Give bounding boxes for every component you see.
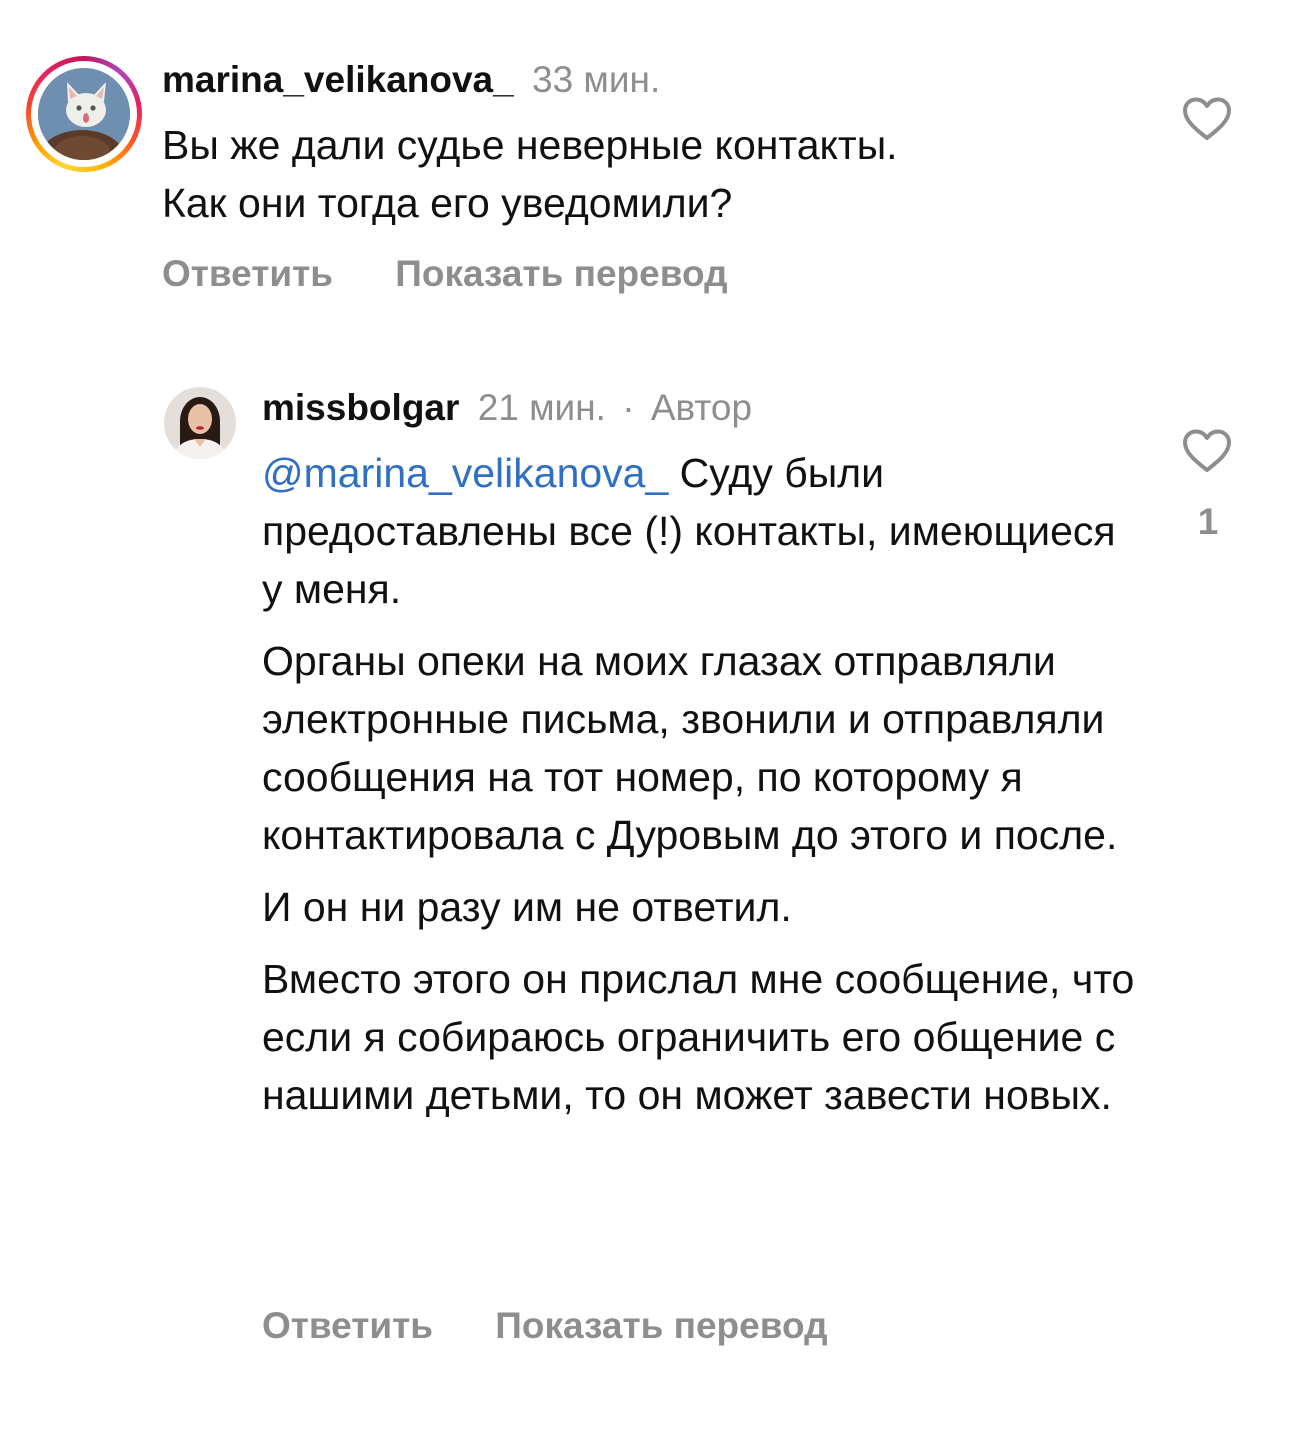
comment-paragraph: Вместо этого он прислал мне сообщение, ч… [262,956,1135,1118]
story-ring-avatar[interactable] [26,56,142,172]
timestamp: 21 мин. [477,387,606,428]
comment-text-line: Как они тогда его уведомили? [162,180,733,226]
heart-outline-icon[interactable] [1182,96,1232,142]
username[interactable]: marina_velikanova_ [162,59,514,100]
cat-avatar-icon [38,68,130,160]
comment-actions: Ответить Показать перевод [262,1304,828,1348]
comment-header: missbolgar 21 мин. · Автор [262,386,752,430]
comment-paragraph: Органы опеки на моих глазах отправляли э… [262,638,1118,858]
username[interactable]: missbolgar [262,387,459,428]
timestamp: 33 мин. [532,59,661,100]
reply-button[interactable]: Ответить [262,1304,433,1348]
comment-paragraph: И он ни разу им не ответил. [262,884,792,930]
author-badge: Автор [650,387,753,428]
comment-actions: Ответить Показать перевод [162,252,728,296]
like-count[interactable]: 1 [1190,500,1226,544]
comment-text: Вы же дали судье неверные контакты. Как … [162,116,1122,232]
separator-dot: · [622,387,635,428]
show-translation-button[interactable]: Показать перевод [495,1304,827,1348]
comment-paragraph: @marina_velikanova_ Суду были предоставл… [262,444,1142,618]
heart-outline-icon[interactable] [1182,428,1232,474]
comment-header: marina_velikanova_ 33 мин. [162,58,660,102]
woman-portrait-avatar-icon[interactable] [164,387,236,459]
comment-text: @marina_velikanova_ Суду были предоставл… [262,444,1142,1138]
show-translation-button[interactable]: Показать перевод [395,252,727,296]
mention-link[interactable]: @marina_velikanova_ [262,450,668,496]
reply-button[interactable]: Ответить [162,252,333,296]
comment-text-line: Вы же дали судье неверные контакты. [162,122,898,168]
